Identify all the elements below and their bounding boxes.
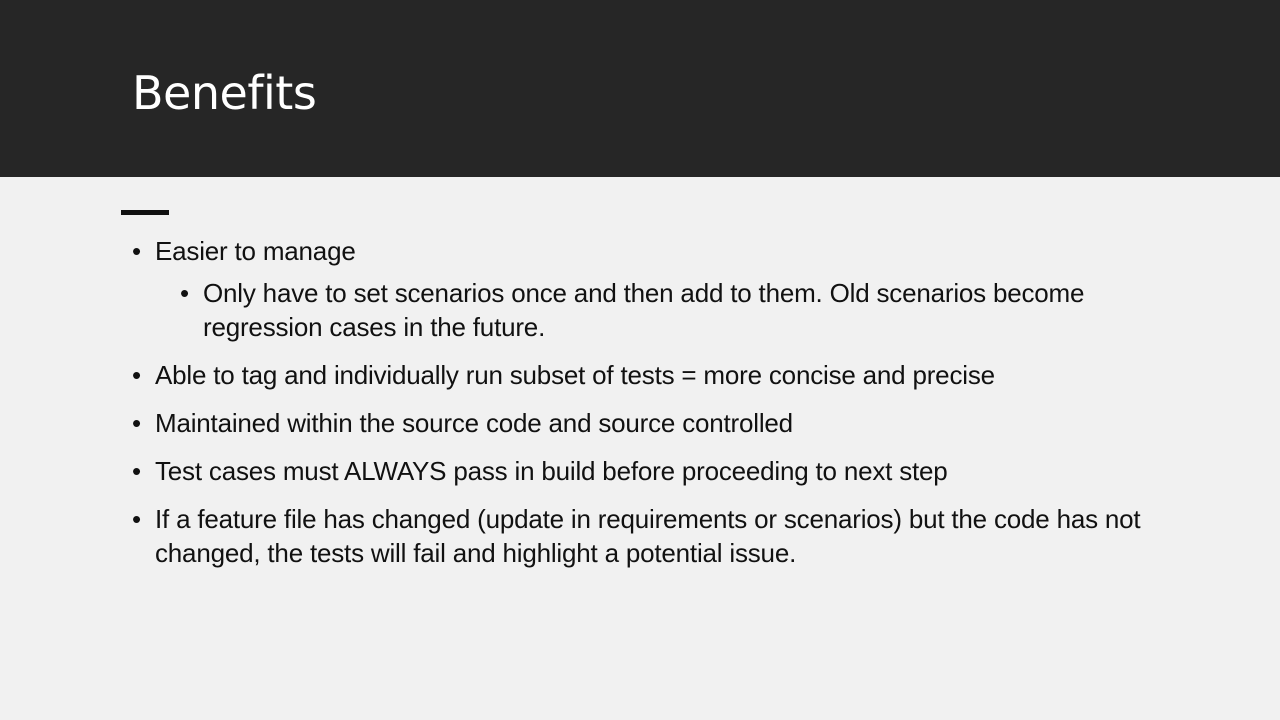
bullet-text: Able to tag and individually run subset …: [155, 360, 995, 390]
bullet-dot: •: [132, 504, 141, 534]
bullet-item: • Easier to manage • Only have to set sc…: [132, 234, 1142, 344]
bullet-dot: •: [132, 236, 141, 266]
sub-bullet-text: Only have to set scenarios once and then…: [203, 278, 1085, 342]
bullet-list: • Easier to manage • Only have to set sc…: [132, 234, 1142, 584]
sub-bullet-list: • Only have to set scenarios once and th…: [155, 276, 1142, 344]
sub-bullet-item: • Only have to set scenarios once and th…: [180, 276, 1142, 344]
bullet-item: • Maintained within the source code and …: [132, 406, 1142, 440]
bullet-dot: •: [132, 408, 141, 438]
bullet-text: If a feature file has changed (update in…: [155, 504, 1141, 568]
bullet-dot: •: [132, 360, 141, 390]
bullet-item: • Able to tag and individually run subse…: [132, 358, 1142, 392]
bullet-text: Maintained within the source code and so…: [155, 408, 793, 438]
bullet-dot: •: [132, 456, 141, 486]
bullet-text: Test cases must ALWAYS pass in build bef…: [155, 456, 948, 486]
accent-bar: [121, 210, 169, 215]
bullet-text: Easier to manage: [155, 236, 356, 266]
bullet-dot: •: [180, 278, 189, 308]
slide: Benefits • Easier to manage • Only have …: [0, 0, 1280, 720]
title-band: Benefits: [0, 0, 1280, 177]
bullet-item: • If a feature file has changed (update …: [132, 502, 1142, 570]
bullet-item: • Test cases must ALWAYS pass in build b…: [132, 454, 1142, 488]
slide-title: Benefits: [132, 66, 317, 120]
